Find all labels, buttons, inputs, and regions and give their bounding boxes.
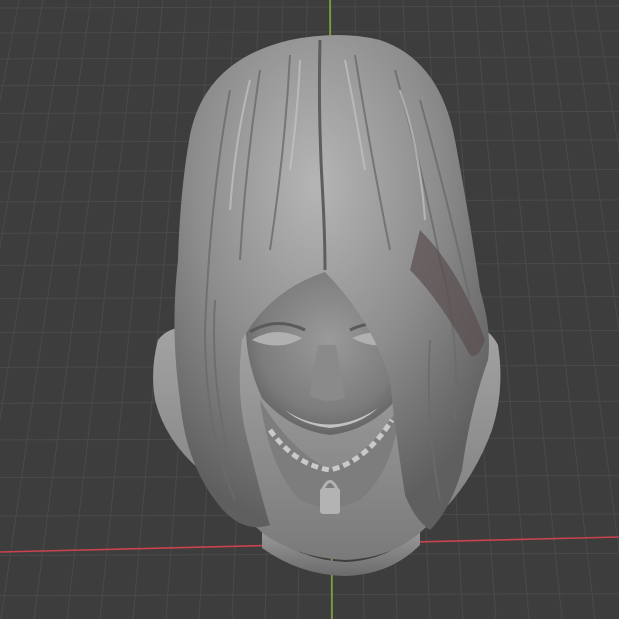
grid-line: [0, 0, 68, 423]
sculpted-bust[interactable]: [153, 35, 501, 576]
grid-line: [570, 0, 619, 334]
necklace-padlock: [320, 488, 340, 514]
viewport-canvas[interactable]: [0, 0, 619, 619]
grid-line: [0, 5, 619, 9]
grid-line: [0, 593, 619, 597]
grid-line: [546, 0, 619, 555]
grid-line: [0, 30, 619, 34]
3d-viewport[interactable]: [0, 0, 619, 619]
grid-line: [0, 0, 20, 104]
grid-line: [498, 0, 563, 619]
grid-line: [0, 0, 44, 250]
grid-line: [99, 0, 164, 619]
